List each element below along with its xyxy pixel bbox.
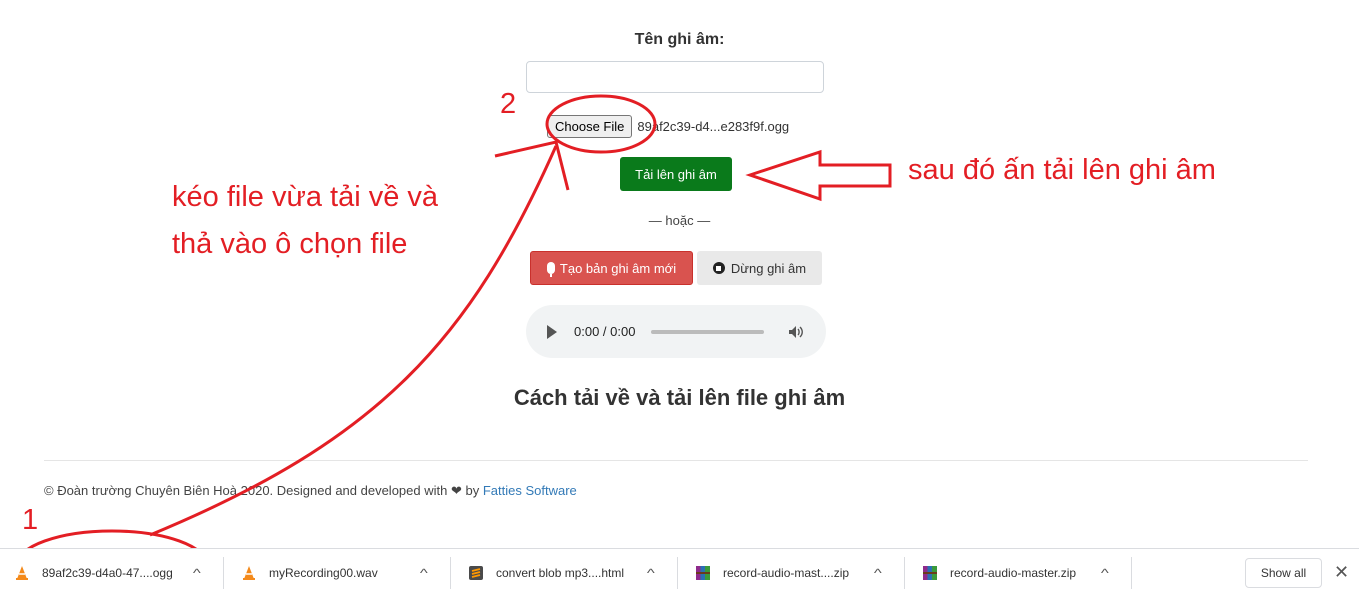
footer-divider [44,460,1308,461]
chosen-file-name: 89af2c39-d4...e283f9f.ogg [637,118,790,134]
chevron-up-icon[interactable]: ^ [420,566,428,580]
chevron-up-icon[interactable]: ^ [193,566,201,580]
winrar-icon [695,565,711,581]
download-filename: record-audio-mast....zip [723,565,850,580]
drag-instruction-line2: thả vào ô chọn file [172,228,408,260]
new-recording-button[interactable]: Tạo bản ghi âm mới [530,251,693,285]
upload-instruction: sau đó ấn tải lên ghi âm [908,154,1216,186]
download-filename: convert blob mp3....html [496,565,625,580]
download-item[interactable]: myRecording00.wav [241,549,378,596]
download-item[interactable]: record-audio-master.zip [922,549,1076,596]
footer-text: © Đoàn trường Chuyên Biên Hoà 2020. Desi… [44,483,448,498]
close-icon[interactable]: ✕ [1334,562,1349,583]
download-item[interactable]: 89af2c39-d4a0-47....ogg [14,549,173,596]
upload-recording-button[interactable]: Tải lên ghi âm [620,157,732,191]
recording-name-input[interactable] [526,61,824,93]
drag-instruction-line1: kéo file vừa tải về và [172,181,439,213]
step-2-number: 2 [500,88,517,120]
audio-time: 0:00 / 0:00 [574,324,636,339]
chevron-up-icon[interactable]: ^ [874,566,882,580]
download-filename: 89af2c39-d4a0-47....ogg [42,565,173,580]
vlc-icon [241,565,257,581]
footer: © Đoàn trường Chuyên Biên Hoà 2020. Desi… [44,483,577,499]
chevron-up-icon[interactable]: ^ [647,566,655,580]
chevron-up-icon[interactable]: ^ [1101,566,1109,580]
downloads-bar: 89af2c39-d4a0-47....ogg ^ myRecording00.… [0,548,1359,596]
choose-file-button[interactable]: Choose File [547,114,633,138]
step-1-number: 1 [22,504,39,536]
download-item[interactable]: convert blob mp3....html [468,549,624,596]
file-picker[interactable]: Choose File 89af2c39-d4...e283f9f.ogg [547,114,790,138]
section-heading: Cách tải về và tải lên file ghi âm [513,385,846,410]
stop-recording-label: Dừng ghi âm [730,260,807,276]
download-filename: record-audio-master.zip [950,565,1077,580]
footer-link[interactable]: Fatties Software [483,483,577,498]
microphone-icon [546,262,555,277]
recording-name-label: Tên ghi âm: [634,31,725,48]
download-item[interactable]: record-audio-mast....zip [695,549,849,596]
audio-progress-slider[interactable] [651,329,765,334]
drag-instruction: kéo file vừa tải về và thả vào ô chọn fi… [172,174,438,268]
heart-icon: ❤ [450,483,462,498]
winrar-icon [922,565,938,581]
play-icon[interactable] [547,324,557,339]
vlc-icon [14,565,30,581]
volume-icon[interactable] [788,325,804,339]
stop-recording-button[interactable]: Dừng ghi âm [697,251,822,285]
download-filename: myRecording00.wav [269,565,378,580]
new-recording-label: Tạo bản ghi âm mới [559,260,677,276]
show-all-button[interactable]: Show all [1245,558,1322,588]
footer-by: by [465,483,480,498]
audio-player: 0:00 / 0:00 [526,305,826,358]
sublime-icon [468,565,484,581]
stop-icon [712,262,725,274]
